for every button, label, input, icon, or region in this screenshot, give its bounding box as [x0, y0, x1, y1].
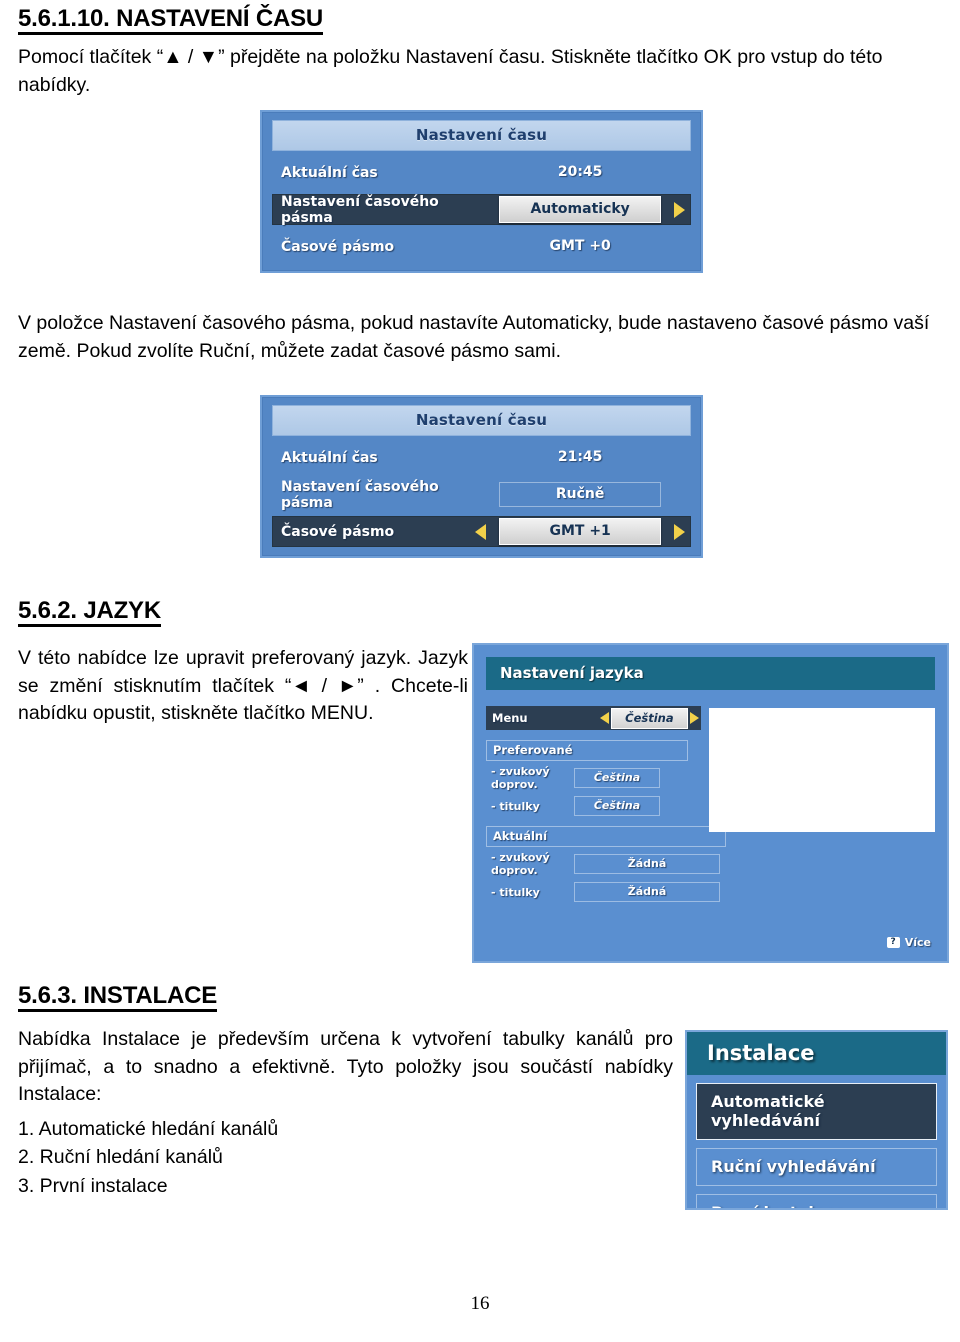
arrow-right-icon[interactable] [690, 712, 699, 724]
timezone-note-text: V položce Nastavení časového pásma, poku… [18, 312, 930, 362]
row-value-wrap: 20:45 [473, 160, 687, 185]
install-heading: 5.6.3. INSTALACE [18, 983, 217, 1013]
language-preferred-audio[interactable]: - zvukový doprov. Čeština [486, 765, 701, 791]
language-paragraph: V této nabídce lze upravit preferovaný j… [18, 645, 468, 728]
timezone-note-paragraph: V položce Nastavení časového pásma, poku… [18, 310, 930, 365]
row-value[interactable]: Čeština [610, 707, 688, 729]
language-current-subtitles: - titulky Žádná [486, 882, 720, 902]
list-item: 2. Ruční hledání kanálů [18, 1146, 223, 1169]
osd-row-current-time: Aktuální čas 21:45 [272, 442, 691, 473]
row-value: Žádná [574, 854, 720, 874]
help-badge-icon: ? [886, 937, 900, 948]
row-value: Žádná [574, 882, 720, 902]
install-list: 1. Automatické hledání kanálů 2. Ruční h… [18, 1115, 518, 1200]
row-value[interactable]: Automaticky [499, 196, 661, 223]
arrow-left-icon[interactable] [599, 712, 609, 724]
language-current-audio: - zvukový doprov. Žádná [486, 851, 720, 877]
row-value[interactable]: GMT +1 [499, 518, 661, 545]
row-value: 20:45 [557, 164, 603, 180]
row-label: Nastavení časového pásma [281, 478, 439, 511]
osd-title-bar: Nastavení času [272, 120, 691, 151]
row-label: - zvukový doprov. [491, 851, 550, 877]
screenshot-language-settings: Nastavení jazyka Menu Čeština Preferovan… [472, 643, 949, 963]
language-heading: 5.6.2. JAZYK [18, 598, 161, 628]
help-label: Více [904, 936, 931, 949]
row-value[interactable]: Čeština [574, 768, 660, 788]
arrow-left-icon[interactable] [475, 523, 487, 540]
arrow-right-icon[interactable] [674, 523, 685, 540]
row-value-wrap: GMT +0 [473, 234, 687, 259]
install-menu-items: Automatické vyhledávání Ruční vyhledáván… [687, 1075, 946, 1208]
time-intro-text: Pomocí tlačítek “▲ / ▼” přejděte na polo… [18, 46, 883, 96]
row-value: GMT +0 [549, 238, 611, 254]
row-label: Aktuální čas [281, 164, 378, 181]
section-heading-install: 5.6.3. INSTALACE [18, 983, 217, 1013]
list-item: 3. První instalace [18, 1174, 168, 1197]
row-label: Menu [492, 711, 528, 725]
time-intro-paragraph: Pomocí tlačítek “▲ / ▼” přejděte na polo… [18, 44, 948, 99]
row-value[interactable]: Čeština [574, 796, 660, 816]
osd-title-bar: Nastavení jazyka [486, 657, 935, 690]
language-row-menu[interactable]: Menu Čeština [486, 706, 701, 730]
row-label: Nastavení časového pásma [281, 193, 439, 226]
page-title: 5.6.1.10. NASTAVENÍ ČASU [18, 6, 323, 36]
menu-item-manual-search[interactable]: Ruční vyhledávání [696, 1148, 937, 1186]
row-label: - titulky [491, 885, 540, 899]
row-value-wrap: Čeština [598, 707, 701, 729]
language-preferred-subtitles[interactable]: - titulky Čeština [486, 796, 701, 816]
language-body: Menu Čeština Preferované - zvukový dopro… [486, 706, 935, 907]
osd-row-timezone[interactable]: Časové pásmo GMT +1 [272, 516, 691, 547]
install-text: Nabídka Instalace je především určena k … [18, 1028, 673, 1106]
section-heading-language: 5.6.2. JAZYK [18, 598, 161, 628]
osd-row-timezone: Časové pásmo GMT +0 [272, 231, 691, 262]
row-value-wrap: Automaticky [473, 196, 687, 223]
row-value: 21:45 [557, 449, 603, 465]
page-number: 16 [470, 1293, 490, 1314]
row-label: - zvukový doprov. [491, 765, 550, 791]
language-left-column: Menu Čeština Preferované - zvukový dopro… [486, 706, 726, 907]
language-preview-panel [709, 708, 935, 832]
row-value-wrap: 21:45 [473, 445, 687, 470]
language-preferred-heading: Preferované [486, 740, 688, 761]
osd-title-bar: Instalace [687, 1032, 946, 1075]
osd-row-timezone-setting[interactable]: Nastavení časového pásma Automaticky [272, 193, 691, 226]
menu-item-first-install[interactable]: První instalace [696, 1194, 937, 1208]
osd-row-timezone-setting[interactable]: Nastavení časového pásma Ručně [272, 478, 691, 511]
document-page: 5.6.1.10. NASTAVENÍ ČASU Pomocí tlačítek… [0, 0, 960, 1342]
row-label: - titulky [491, 799, 540, 813]
row-value-wrap: Ručně [473, 482, 687, 507]
arrow-right-icon[interactable] [674, 201, 685, 218]
screenshot-time-settings-manual: Nastavení času Aktuální čas 21:45 Nastav… [260, 395, 703, 558]
menu-item-auto-search[interactable]: Automatické vyhledávání [696, 1083, 937, 1140]
language-text: V této nabídce lze upravit preferovaný j… [18, 647, 468, 725]
section-heading-time: 5.6.1.10. NASTAVENÍ ČASU [18, 6, 323, 36]
osd-row-current-time: Aktuální čas 20:45 [272, 157, 691, 188]
row-value[interactable]: Ručně [499, 482, 661, 507]
row-label: Časové pásmo [281, 238, 395, 255]
screenshot-install-menu: Instalace Automatické vyhledávání Ruční … [685, 1030, 948, 1210]
screenshot-time-settings-automatic: Nastavení času Aktuální čas 20:45 Nastav… [260, 110, 703, 273]
row-value-wrap: GMT +1 [473, 518, 687, 545]
language-current-heading: Aktuální [486, 826, 726, 847]
row-label: Aktuální čas [281, 449, 378, 466]
osd-title-bar: Nastavení času [272, 405, 691, 436]
install-paragraph: Nabídka Instalace je především určena k … [18, 1026, 673, 1109]
language-help-footer[interactable]: ? Více [886, 936, 931, 949]
row-label: Časové pásmo [281, 523, 395, 540]
list-item: 1. Automatické hledání kanálů [18, 1118, 279, 1140]
